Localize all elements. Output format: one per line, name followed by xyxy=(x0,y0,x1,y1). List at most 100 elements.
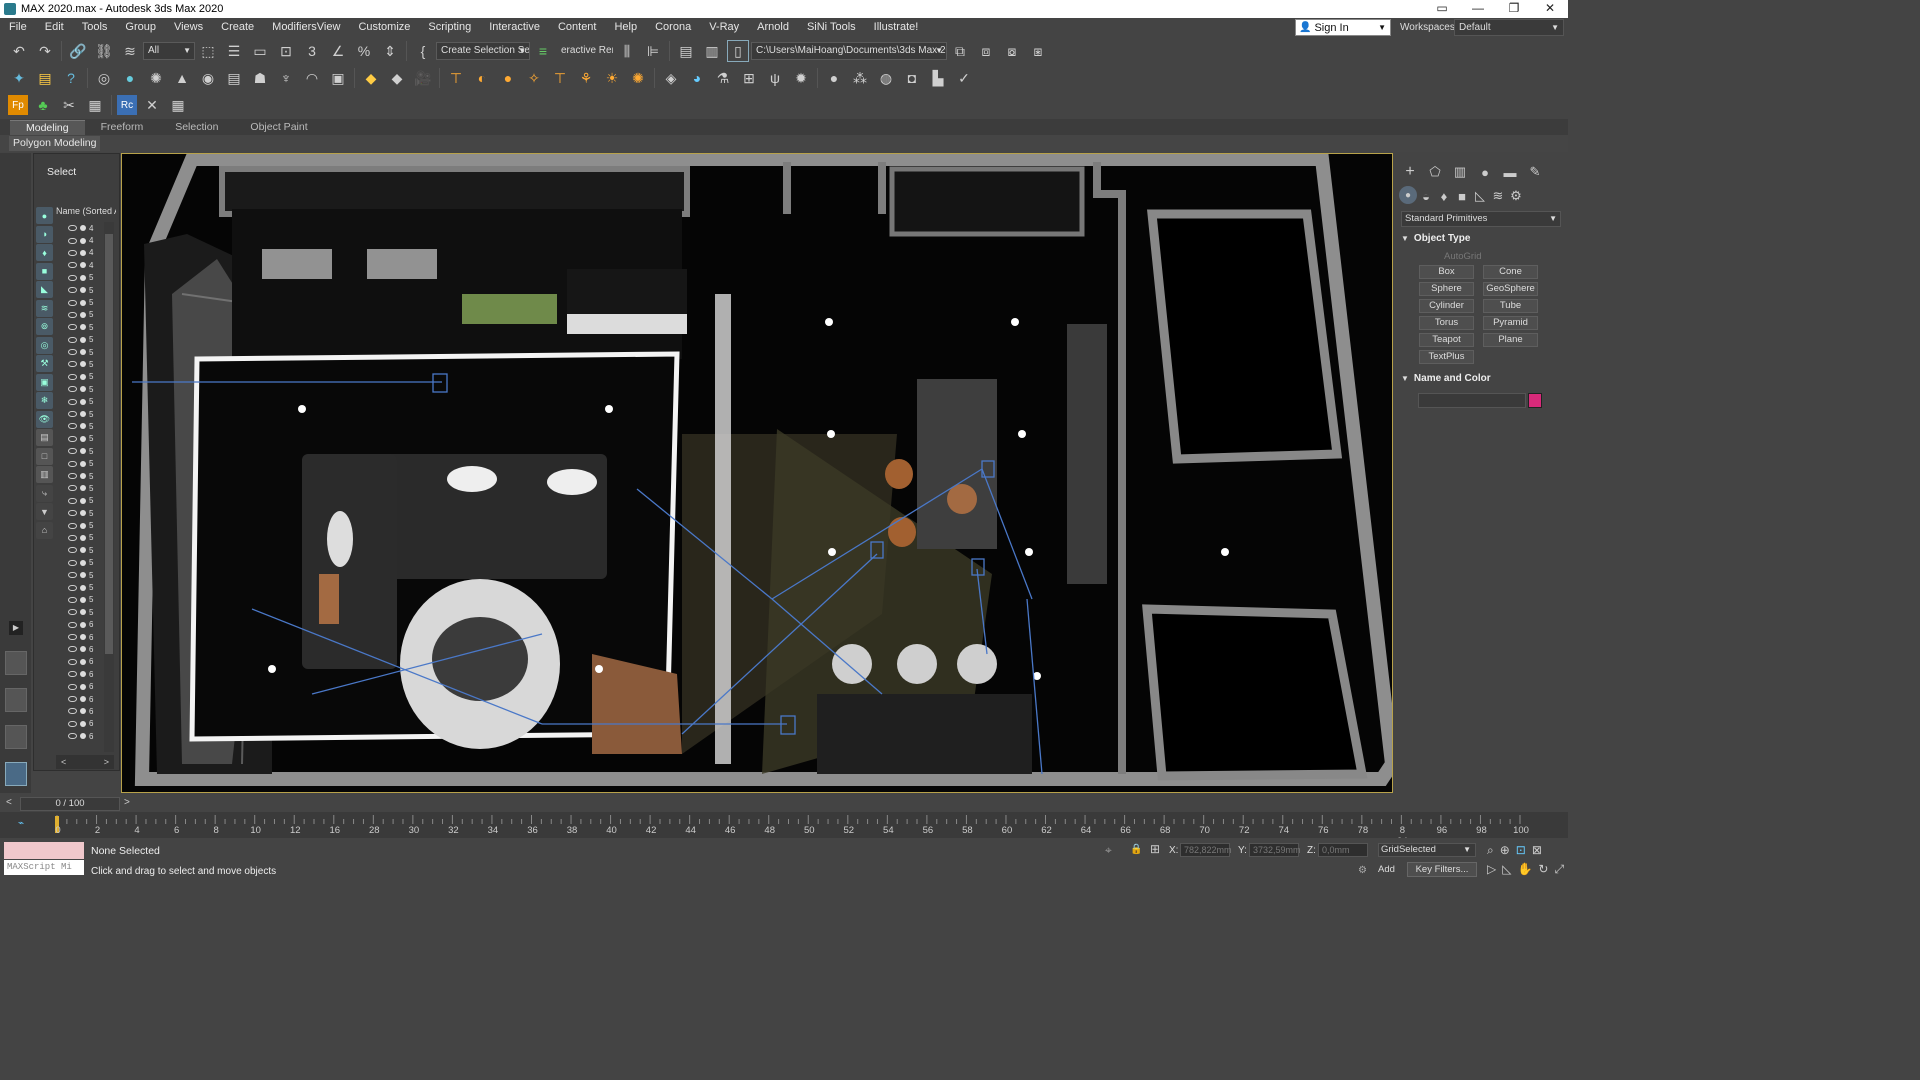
render-toggle-icon[interactable] xyxy=(80,534,86,541)
box-button[interactable]: Box xyxy=(1419,265,1474,279)
eye-icon[interactable] xyxy=(68,299,77,306)
railclone-icon[interactable]: Rc xyxy=(117,95,137,115)
menu-content[interactable]: Content xyxy=(549,18,606,37)
arnold-sky-icon[interactable]: ◕ xyxy=(686,67,708,89)
render-toggle-icon[interactable] xyxy=(80,733,86,740)
percent-snap-icon[interactable]: % xyxy=(353,40,375,62)
render-toggle-icon[interactable] xyxy=(80,621,86,628)
eye-icon[interactable] xyxy=(68,448,77,455)
arnold-fire-icon[interactable]: ✹ xyxy=(790,67,812,89)
modify-tab-icon[interactable]: ⬠ xyxy=(1424,162,1446,182)
display-lights-icon[interactable]: ♦ xyxy=(36,244,53,261)
fur-icon[interactable]: ♆ xyxy=(275,67,297,89)
menu-edit[interactable]: Edit xyxy=(36,18,73,37)
eye-icon[interactable] xyxy=(68,497,77,504)
eye-icon[interactable] xyxy=(68,473,77,479)
spinner-snap-icon[interactable]: ⇕ xyxy=(379,40,401,62)
plane-button[interactable]: Plane xyxy=(1483,333,1538,347)
layer-manager-icon[interactable]: ▥ xyxy=(701,40,723,62)
render-toggle-icon[interactable] xyxy=(80,225,86,232)
render-toggle-icon[interactable] xyxy=(80,584,86,591)
render-toggle-icon[interactable] xyxy=(80,547,86,554)
render-toggle-icon[interactable] xyxy=(80,497,86,504)
create-tab-icon[interactable]: + xyxy=(1399,162,1421,182)
primitive-category-dropdown[interactable]: Standard Primitives ▼ xyxy=(1401,211,1561,227)
selected-dropdown[interactable]: GridSelected ▼ xyxy=(1378,843,1476,857)
mirror-icon[interactable]: ⫼ xyxy=(616,40,638,62)
check-icon[interactable]: ✓ xyxy=(953,67,975,89)
render-mode-label[interactable]: eractive Renai xyxy=(556,42,614,60)
corona-scatter-icon[interactable]: ⚘ xyxy=(575,67,597,89)
explorer-scrollbar[interactable] xyxy=(104,222,114,752)
unlink-icon[interactable]: ⛓ xyxy=(93,40,115,62)
grid-icon[interactable]: ⚙ xyxy=(1358,865,1367,876)
render-toggle-icon[interactable] xyxy=(80,448,86,455)
sphere-button[interactable]: Sphere xyxy=(1419,282,1474,296)
motion-tab-icon[interactable]: ● xyxy=(1474,162,1496,182)
material-browser-icon[interactable]: ◘ xyxy=(901,67,923,89)
layout-tab-1[interactable] xyxy=(5,651,27,675)
eye-icon[interactable] xyxy=(68,572,77,579)
render-toggle-icon[interactable] xyxy=(80,708,86,715)
scrollbar-thumb[interactable] xyxy=(105,234,113,654)
select-by-name-icon[interactable]: ☰ xyxy=(223,40,245,62)
render-region-icon[interactable]: ◆ xyxy=(386,67,408,89)
redo-icon[interactable]: ↷ xyxy=(34,40,56,62)
lights-icon[interactable]: ♦ xyxy=(1435,186,1453,206)
menu-file[interactable]: File xyxy=(0,18,36,37)
pyramid-button[interactable]: Pyramid xyxy=(1483,316,1538,330)
eye-icon[interactable] xyxy=(68,683,77,690)
render-toggle-icon[interactable] xyxy=(80,299,86,306)
render-toggle-icon[interactable] xyxy=(80,572,86,579)
menu-tools[interactable]: Tools xyxy=(73,18,117,37)
sign-in-dropdown[interactable]: 👤 Sign In ▼ xyxy=(1295,19,1391,36)
proxy-icon[interactable]: ▲ xyxy=(171,67,193,89)
maxscript-mini-listener[interactable]: MAXScript Mi xyxy=(4,860,84,875)
utilities-tab-icon[interactable]: ✎ xyxy=(1524,162,1546,182)
torus-button[interactable]: Torus xyxy=(1419,316,1474,330)
minimize-button[interactable]: — xyxy=(1460,0,1496,18)
maximize-button[interactable]: ❐ xyxy=(1496,0,1532,18)
render-toggle-icon[interactable] xyxy=(80,411,86,418)
material-editor-icon[interactable]: ◍ xyxy=(875,67,897,89)
menu-group[interactable]: Group xyxy=(116,18,165,37)
render-icon[interactable]: ◆ xyxy=(360,67,382,89)
restore-icon[interactable]: ▭ xyxy=(1424,0,1460,18)
isolate-icon[interactable]: ⌖ xyxy=(1105,843,1112,858)
time-slider-next-icon[interactable]: > xyxy=(124,797,130,808)
layer-explorer-icon[interactable]: ≡ xyxy=(532,40,554,62)
absolute-mode-icon[interactable]: ⊞ xyxy=(1150,842,1160,856)
render-toggle-icon[interactable] xyxy=(80,473,86,479)
tab-freeform[interactable]: Freeform xyxy=(85,120,160,135)
vray-camera-icon[interactable]: ◎ xyxy=(93,67,115,89)
geometry-icon[interactable]: ● xyxy=(1399,186,1417,204)
tab-selection[interactable]: Selection xyxy=(159,120,234,135)
zoom-extents-all-icon[interactable]: ⊠ xyxy=(1532,843,1542,858)
eye-icon[interactable] xyxy=(68,534,77,541)
zoom-icon[interactable]: ⌕ xyxy=(1487,843,1494,858)
vray-light-icon[interactable]: ☗ xyxy=(249,67,271,89)
eye-icon[interactable] xyxy=(68,373,77,380)
eye-icon[interactable] xyxy=(68,522,77,529)
corona-sun-icon[interactable]: ◐ xyxy=(471,67,493,89)
angle-snap-icon[interactable]: ∠ xyxy=(327,40,349,62)
tab-object-paint[interactable]: Object Paint xyxy=(234,120,323,135)
render-toggle-icon[interactable] xyxy=(80,671,86,678)
render-toggle-icon[interactable] xyxy=(80,311,86,318)
eye-icon[interactable] xyxy=(68,386,77,393)
space-warps-icon[interactable]: ≋ xyxy=(1489,186,1507,206)
display-spacewarps-icon[interactable]: ≋ xyxy=(36,299,53,317)
project-path-dropdown[interactable]: C:\Users\MaiHoang\Documents\3ds Max 2020… xyxy=(751,42,947,60)
corona-proxy-icon[interactable]: ✧ xyxy=(523,67,545,89)
render-toggle-icon[interactable] xyxy=(80,262,86,269)
eye-icon[interactable] xyxy=(68,349,77,356)
hierarchy-icon[interactable]: ⤷ xyxy=(36,484,53,502)
render-toggle-icon[interactable] xyxy=(80,287,86,294)
render-toggle-icon[interactable] xyxy=(80,460,86,467)
edit-named-selection-icon[interactable]: { xyxy=(412,40,434,62)
object-color-swatch[interactable] xyxy=(1528,393,1542,408)
polygon-modeling-panel[interactable]: Polygon Modeling xyxy=(9,136,101,151)
selection-filter-dropdown[interactable]: All ▼ xyxy=(143,42,195,60)
display-xrefs-icon[interactable]: ◎ xyxy=(36,336,53,354)
render-toggle-icon[interactable] xyxy=(80,522,86,529)
